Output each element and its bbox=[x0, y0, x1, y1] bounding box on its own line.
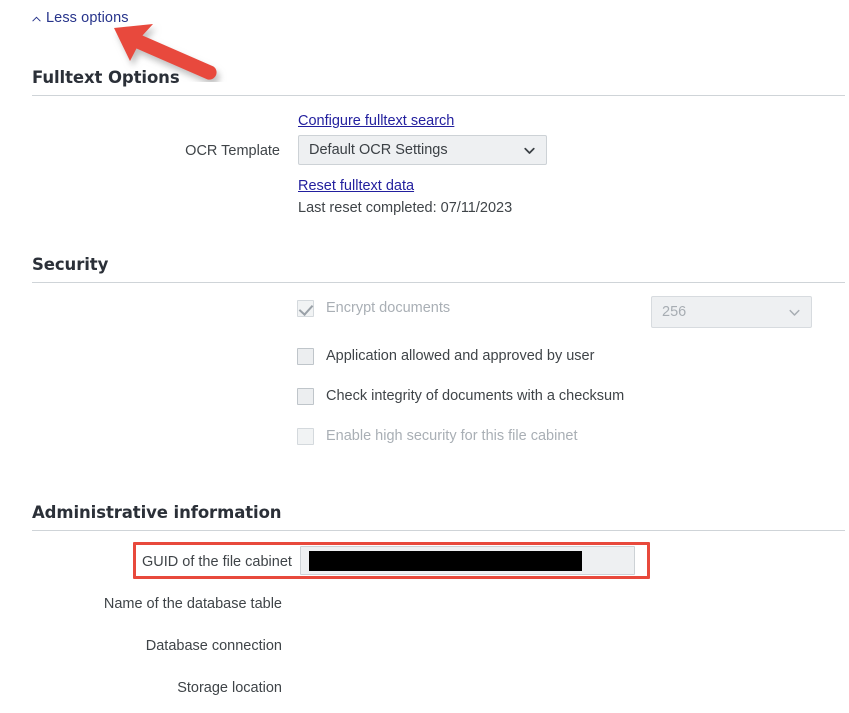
guid-redaction-bar bbox=[309, 551, 582, 571]
guid-input[interactable] bbox=[300, 546, 635, 575]
encrypt-documents-row[interactable]: Encrypt documents bbox=[297, 298, 450, 318]
last-reset-status: Last reset completed: 07/11/2023 bbox=[298, 200, 513, 216]
check-integrity-row[interactable]: Check integrity of documents with a chec… bbox=[297, 386, 624, 406]
application-approved-checkbox[interactable] bbox=[297, 347, 314, 365]
database-table-label: Name of the database table bbox=[103, 596, 282, 612]
high-security-checkbox[interactable] bbox=[297, 427, 314, 445]
encryption-strength-select[interactable]: 256 bbox=[651, 296, 812, 328]
less-options-toggle[interactable]: Less options bbox=[32, 10, 129, 26]
encrypt-documents-checkbox[interactable] bbox=[297, 299, 314, 317]
high-security-label: Enable high security for this file cabin… bbox=[326, 428, 578, 444]
section-rule-administrative bbox=[32, 530, 845, 531]
less-options-label: Less options bbox=[46, 10, 129, 26]
chevron-down-icon bbox=[788, 306, 801, 319]
guid-label: GUID of the file cabinet bbox=[142, 554, 292, 570]
database-connection-label: Database connection bbox=[145, 638, 282, 654]
ocr-template-select-value: Default OCR Settings bbox=[309, 142, 448, 158]
high-security-row[interactable]: Enable high security for this file cabin… bbox=[297, 426, 577, 446]
section-rule-fulltext bbox=[32, 95, 845, 96]
ocr-template-select[interactable]: Default OCR Settings bbox=[298, 135, 547, 165]
encryption-strength-value: 256 bbox=[662, 304, 687, 320]
application-approved-label: Application allowed and approved by user bbox=[326, 348, 595, 364]
section-title-fulltext: Fulltext Options bbox=[32, 68, 180, 87]
section-title-administrative: Administrative information bbox=[32, 503, 282, 522]
section-rule-security bbox=[32, 282, 845, 283]
application-approved-row[interactable]: Application allowed and approved by user bbox=[297, 346, 594, 366]
encrypt-documents-label: Encrypt documents bbox=[326, 300, 451, 316]
reset-fulltext-data-link[interactable]: Reset fulltext data bbox=[298, 177, 414, 195]
chevron-down-icon bbox=[523, 144, 536, 157]
storage-location-label: Storage location bbox=[177, 680, 282, 696]
section-title-security: Security bbox=[32, 255, 109, 274]
configure-fulltext-search-link[interactable]: Configure fulltext search bbox=[298, 112, 454, 130]
check-integrity-checkbox[interactable] bbox=[297, 387, 314, 405]
check-integrity-label: Check integrity of documents with a chec… bbox=[326, 388, 625, 404]
ocr-template-label: OCR Template bbox=[185, 143, 280, 159]
file-cabinet-settings-page: Less options Fulltext Options Configure … bbox=[0, 0, 849, 713]
chevron-up-icon bbox=[32, 15, 41, 24]
